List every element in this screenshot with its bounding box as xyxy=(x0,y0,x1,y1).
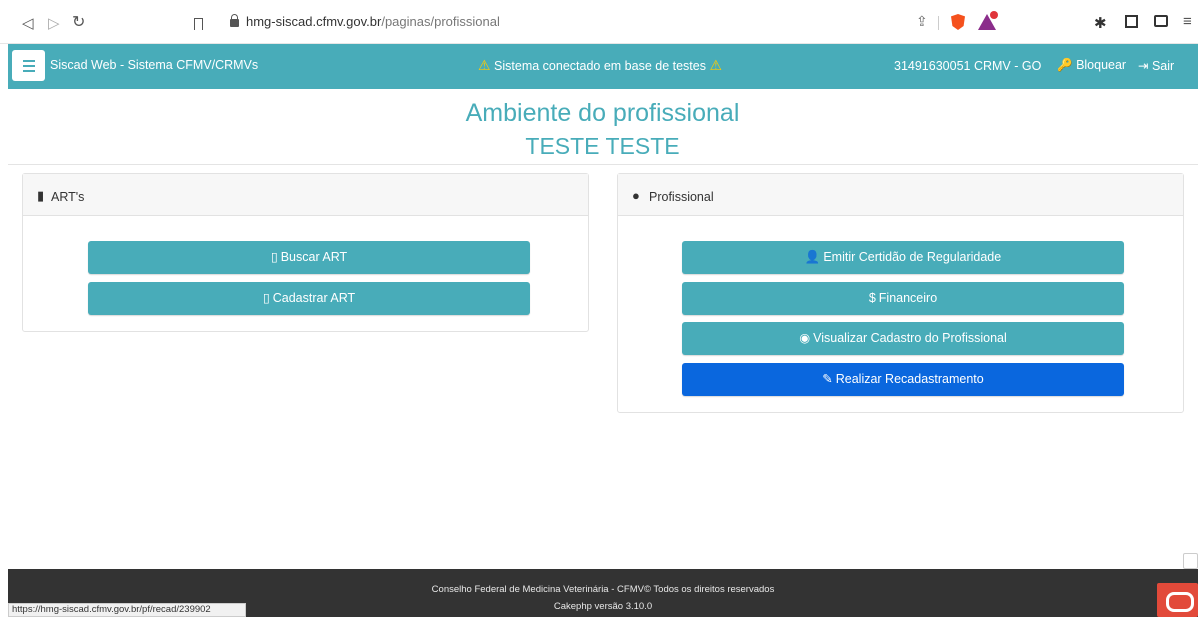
lock-button[interactable]: 🔑 Bloquear xyxy=(1057,58,1126,73)
financial-button[interactable]: $ Financeiro xyxy=(682,282,1124,315)
file-icon: ▮ xyxy=(37,188,45,203)
re-register-label: Realizar Recadastramento xyxy=(835,372,984,386)
view-profile-button[interactable]: ◉ Visualizar Cadastro do Profissional xyxy=(682,322,1124,355)
chat-widget-button[interactable] xyxy=(1157,583,1198,617)
bookmark-icon[interactable] xyxy=(194,18,203,30)
footer-copyright: Conselho Federal de Medicina Veterinária… xyxy=(431,584,775,595)
issue-certificate-label: Emitir Certidão de Regularidade xyxy=(823,250,1002,264)
user-plus-icon: 👤 xyxy=(804,250,821,264)
view-profile-label: Visualizar Cadastro do Profissional xyxy=(813,331,1007,345)
file-plus-icon: ▯ xyxy=(262,291,270,305)
financial-label: Financeiro xyxy=(878,291,938,305)
sidebar-icon[interactable] xyxy=(1125,15,1138,28)
user-identifier: 31491630051 CRMV - GO xyxy=(894,59,1042,73)
lock-button-label: Bloquear xyxy=(1076,58,1127,72)
register-art-button[interactable]: ▯ Cadastrar ART xyxy=(88,282,530,315)
sign-out-icon: ⇥ xyxy=(1138,59,1149,73)
url-path: /paginas/profissional xyxy=(381,14,500,29)
warning-text: Sistema conectado em base de testes xyxy=(494,59,706,73)
re-register-button[interactable]: ✎ Realizar Recadastramento xyxy=(682,363,1124,396)
test-environment-warning: ⚠ Sistema conectado em base de testes ⚠ xyxy=(478,57,722,74)
user-icon: ● xyxy=(632,188,640,203)
key-icon: 🔑 xyxy=(1057,58,1073,72)
hamburger-menu-button[interactable] xyxy=(12,50,45,81)
menu-icon[interactable]: ≡ xyxy=(1183,13,1192,30)
extensions-icon[interactable]: ✱ xyxy=(1094,14,1107,32)
issue-certificate-button[interactable]: 👤 Emitir Certidão de Regularidade xyxy=(682,241,1124,274)
back-icon[interactable]: ◁ xyxy=(22,14,34,32)
arts-card-title: ART's xyxy=(51,190,85,204)
divider xyxy=(8,164,1198,165)
lock-icon[interactable] xyxy=(230,14,239,27)
reload-icon[interactable]: ↻ xyxy=(72,12,85,32)
app-navbar: Siscad Web - Sistema CFMV/CRMVs ⚠ Sistem… xyxy=(8,44,1198,89)
search-art-button[interactable]: ▯ Buscar ART xyxy=(88,241,530,274)
professional-card: ● Profissional 👤 Emitir Certidão de Regul… xyxy=(617,173,1184,413)
brave-shield-icon[interactable] xyxy=(951,14,965,30)
professional-card-header: ● Profissional xyxy=(618,174,1183,216)
notification-dot xyxy=(990,11,998,19)
dollar-icon: $ xyxy=(868,291,876,305)
pencil-icon: ✎ xyxy=(822,372,833,386)
page-subtitle: TESTE TESTE xyxy=(525,133,680,159)
search-art-label: Buscar ART xyxy=(280,250,348,264)
arts-card: ▮ ART's ▯ Buscar ART ▯ Cadastrar ART xyxy=(22,173,589,332)
professional-card-title: Profissional xyxy=(649,190,714,204)
logout-button[interactable]: ⇥ Sair xyxy=(1138,58,1174,73)
app-brand[interactable]: Siscad Web - Sistema CFMV/CRMVs xyxy=(50,58,258,72)
browser-toolbar: ◁ ▷ ↻ hmg-siscad.cfmv.gov.br/paginas/pro… xyxy=(0,0,1198,44)
address-bar[interactable]: hmg-siscad.cfmv.gov.br/paginas/profissio… xyxy=(246,14,500,29)
logout-button-label: Sair xyxy=(1151,59,1175,73)
register-art-label: Cadastrar ART xyxy=(272,291,356,305)
file-search-icon: ▯ xyxy=(270,250,278,264)
share-icon[interactable]: ⇪ xyxy=(916,13,928,30)
warning-icon: ⚠ xyxy=(478,57,491,73)
eye-icon: ◉ xyxy=(799,331,811,345)
link-status-bar: https://hmg-siscad.cfmv.gov.br/pf/recad/… xyxy=(8,603,246,617)
page-title: Ambiente do profissional xyxy=(465,99,740,127)
warning-icon: ⚠ xyxy=(709,57,723,73)
url-host: hmg-siscad.cfmv.gov.br xyxy=(246,14,382,29)
forward-icon[interactable]: ▷ xyxy=(48,14,60,32)
arts-card-header: ▮ ART's xyxy=(23,174,588,216)
wallet-icon[interactable] xyxy=(1154,15,1168,27)
scrollbar-handle[interactable] xyxy=(1183,553,1198,569)
toolbar-divider xyxy=(938,16,939,30)
